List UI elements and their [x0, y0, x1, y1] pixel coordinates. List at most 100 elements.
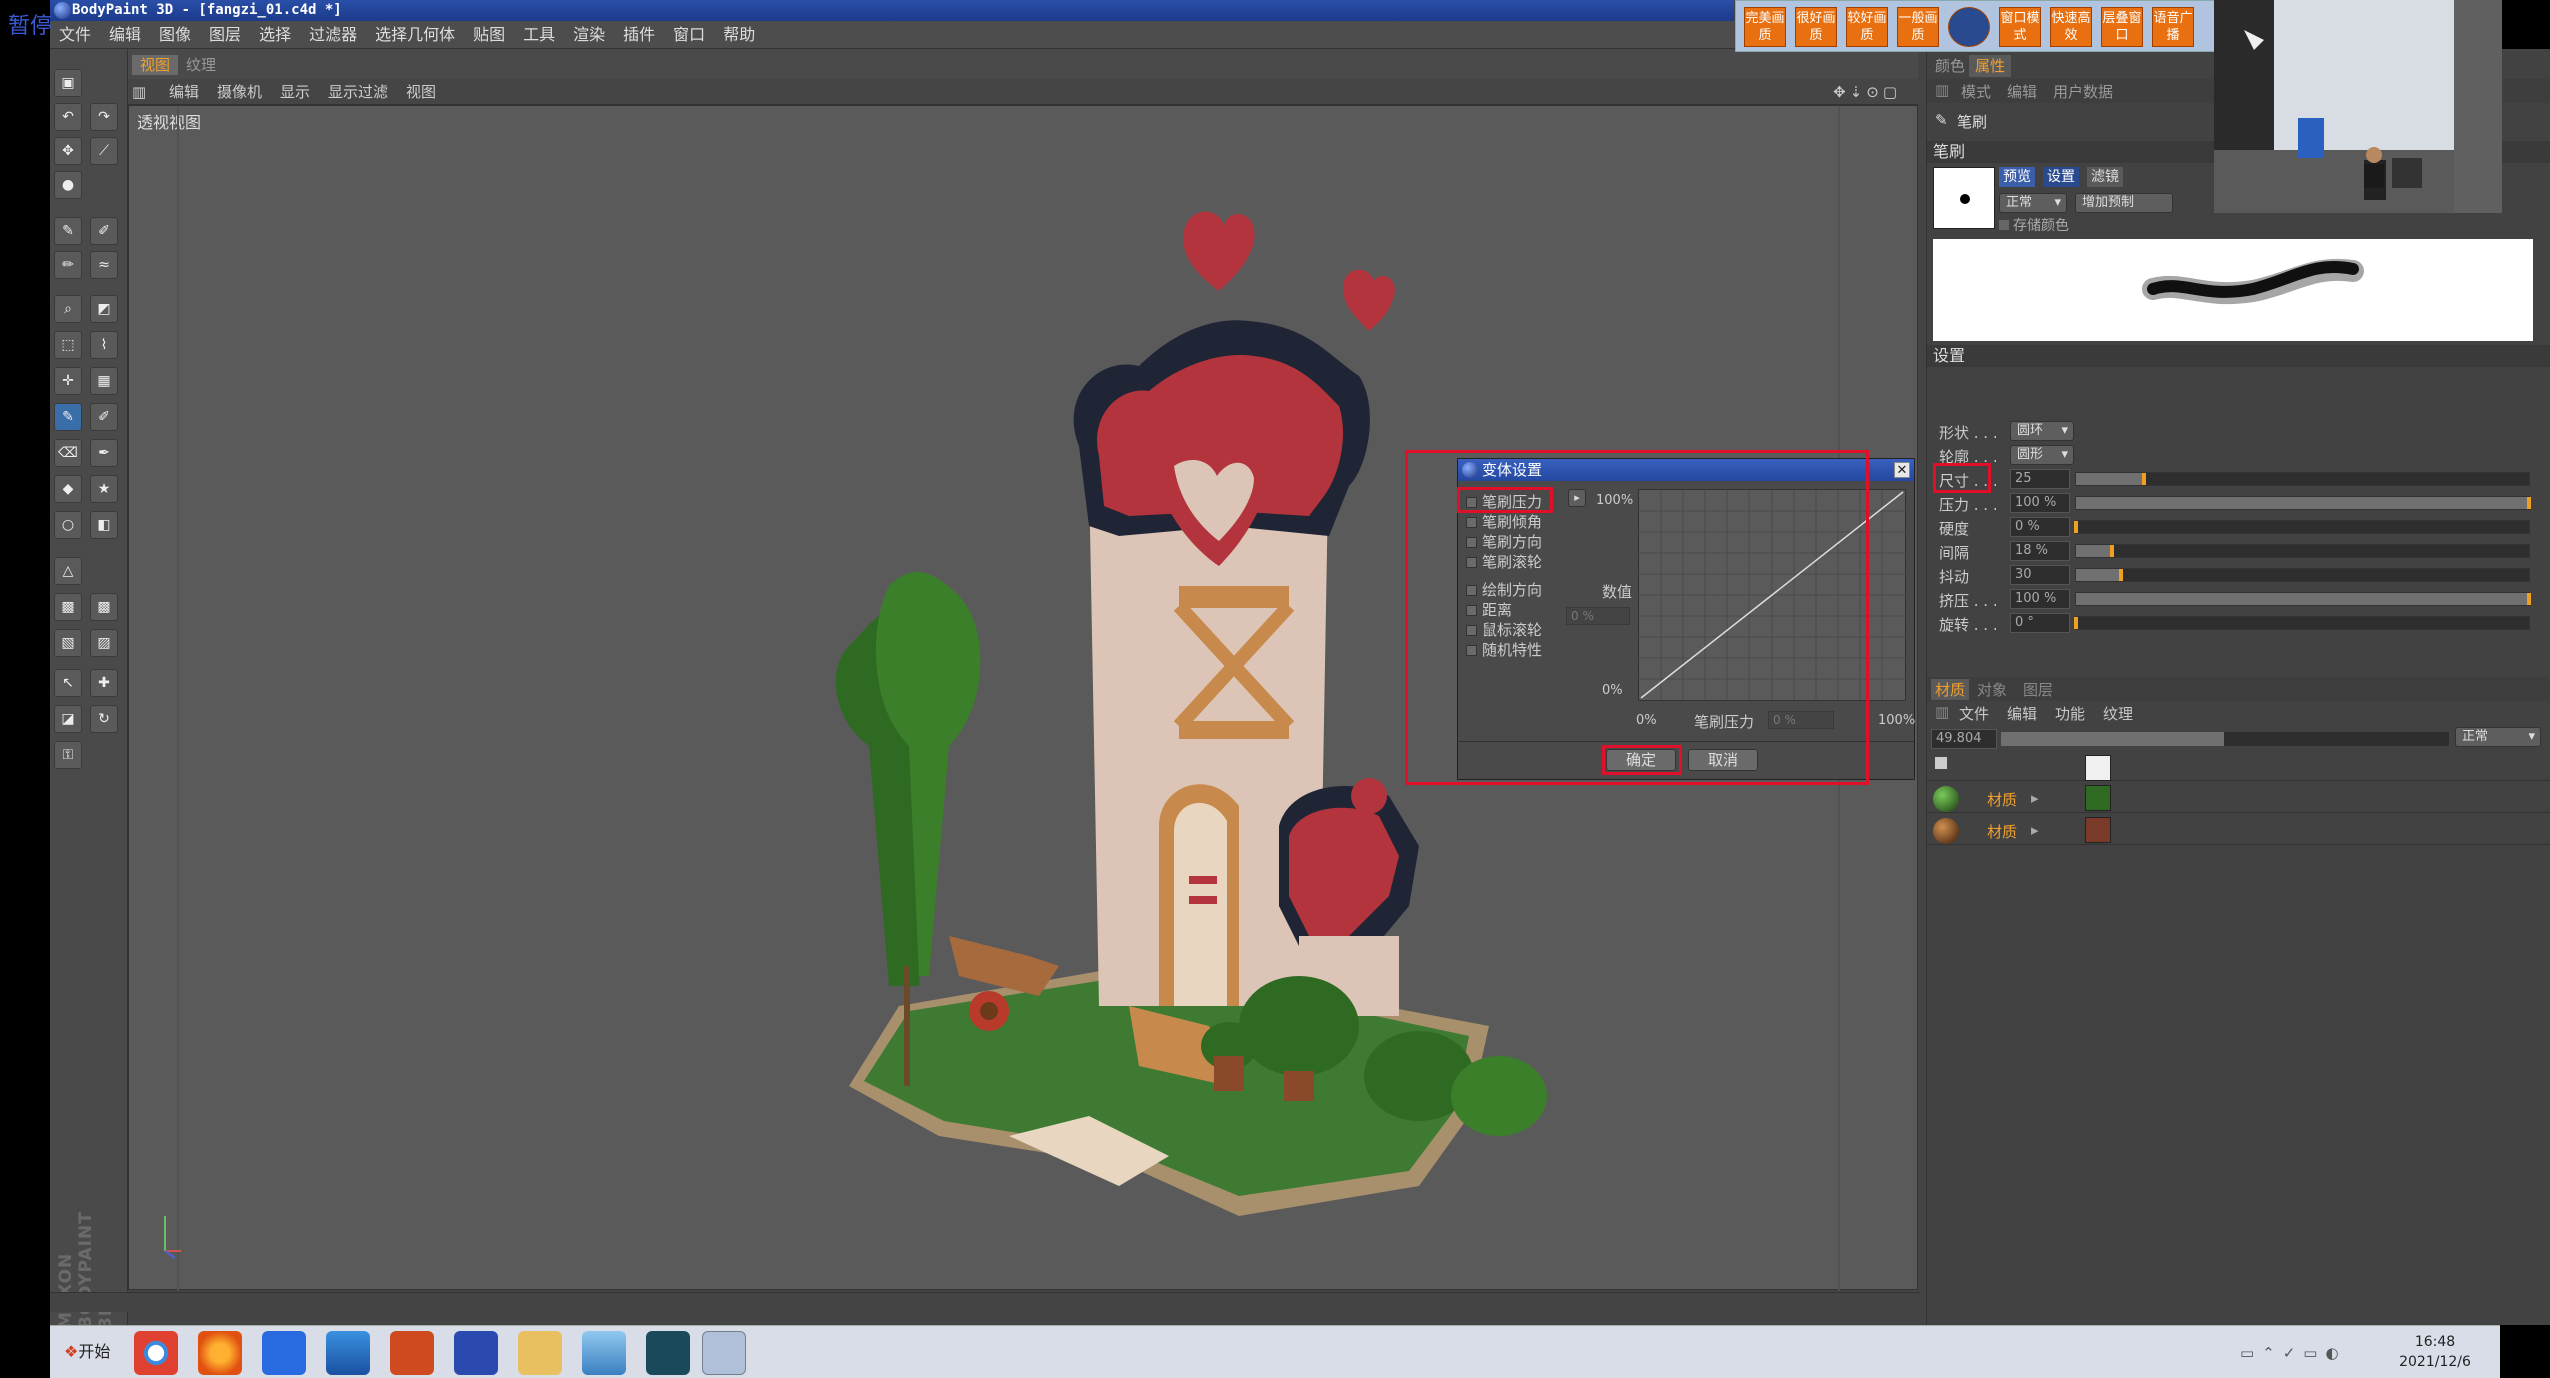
view-menu-display[interactable]: 显示 [271, 79, 319, 105]
folder-icon[interactable] [518, 1331, 562, 1375]
property-dropdown[interactable]: 圆形 ▾ [2010, 445, 2074, 465]
rotate-icon[interactable]: ↻ [90, 705, 118, 733]
view-menu-camera[interactable]: 摄像机 [208, 79, 271, 105]
property-value-field[interactable]: 25 [2010, 469, 2070, 489]
paint-icon[interactable]: ✎ [54, 217, 82, 245]
material-row[interactable]: 材质 ▸ [1927, 783, 2550, 813]
clone-icon[interactable]: ✐ [90, 403, 118, 431]
property-value-field[interactable]: 30 [2010, 565, 2070, 585]
brush-tool-icon[interactable]: ✎ [54, 403, 82, 431]
slider-handle[interactable] [2110, 545, 2115, 557]
expand-icon[interactable]: ▸ [2031, 789, 2039, 807]
eraser-icon[interactable]: ⌫ [54, 439, 82, 467]
quality-button[interactable]: 完美画质 [1744, 7, 1786, 47]
property-slider[interactable] [2075, 544, 2530, 558]
pick-icon[interactable]: ⟋ [90, 137, 118, 165]
menu-mapping[interactable]: 贴图 [464, 21, 514, 49]
system-tray-icons[interactable]: ▭⌃✓▭◐ [2240, 1344, 2400, 1364]
tool-icon[interactable]: ▣ [54, 69, 82, 97]
brush-icon[interactable]: ✐ [90, 217, 118, 245]
brush-tab-settings[interactable]: 设置 [2043, 167, 2079, 187]
property-value-field[interactable]: 18 % [2010, 541, 2070, 561]
slider-handle[interactable] [2074, 617, 2078, 629]
tab-attributes[interactable]: 属性 [1969, 55, 2012, 77]
add-preset-button[interactable]: 增加预制 [2075, 193, 2173, 213]
property-slider[interactable] [2075, 592, 2531, 606]
quality-button[interactable]: 很好画质 [1795, 7, 1837, 47]
view-menu-filter[interactable]: 显示过滤 [319, 79, 397, 105]
checker2-icon[interactable]: ▩ [90, 593, 118, 621]
menu-select-geometry[interactable]: 选择几何体 [366, 21, 464, 49]
viewport-nav-icons[interactable]: ✥⇣⊙▢ [1824, 79, 1910, 105]
opacity-field[interactable]: 49.804 [1931, 729, 1997, 749]
menu-plugins[interactable]: 插件 [614, 21, 664, 49]
feishu-icon[interactable] [262, 1331, 306, 1375]
camera-icon[interactable]: ◩ [90, 295, 118, 323]
subtab-edit[interactable]: 编辑 [2007, 81, 2037, 102]
zoom-icon[interactable]: ⌕ [54, 295, 82, 323]
arrow-icon[interactable]: ↖ [54, 669, 82, 697]
render-icon[interactable]: ● [54, 171, 82, 199]
star-icon[interactable]: ★ [90, 475, 118, 503]
material-row[interactable]: 材质 ▸ [1927, 815, 2550, 845]
tab-objects[interactable]: 对象 [1977, 679, 2007, 700]
fill-icon[interactable]: ◆ [54, 475, 82, 503]
pattern-icon[interactable]: ▧ [54, 629, 82, 657]
property-slider[interactable] [2075, 496, 2531, 510]
slider-handle[interactable] [2074, 521, 2078, 533]
start-button[interactable]: ❖开始 [56, 1336, 114, 1368]
pattern2-icon[interactable]: ▨ [90, 629, 118, 657]
property-value-field[interactable]: 100 % [2010, 589, 2070, 609]
chrome-icon[interactable] [134, 1331, 178, 1375]
tab-color[interactable]: 颜色 [1929, 55, 1971, 77]
transform-icon[interactable]: ✛ [54, 367, 82, 395]
quality-button[interactable]: 层叠窗口 [2101, 7, 2143, 47]
close-icon[interactable]: ✕ [1894, 462, 1910, 478]
property-slider[interactable] [2075, 472, 2530, 486]
smudge-icon[interactable]: ≈ [90, 251, 118, 279]
property-slider[interactable] [2074, 616, 2530, 630]
property-slider[interactable] [2075, 568, 2530, 582]
property-value-field[interactable]: 0 ° [2010, 613, 2070, 633]
notebook-icon[interactable] [582, 1331, 626, 1375]
slider-handle[interactable] [2141, 473, 2146, 485]
bodypaint-taskbar-icon[interactable] [702, 1331, 746, 1375]
expand-icon[interactable]: ▸ [2031, 821, 2039, 839]
view-menu-view[interactable]: 视图 [397, 79, 445, 105]
quality-button[interactable]: 窗口模式 [1999, 7, 2041, 47]
slider-handle[interactable] [2527, 497, 2531, 509]
view-menu-edit[interactable]: 编辑 [160, 79, 208, 105]
opacity-slider[interactable] [2001, 732, 2449, 746]
eyedropper-icon[interactable]: ✒ [90, 439, 118, 467]
menu-image[interactable]: 图像 [150, 21, 200, 49]
material-menu-texture[interactable]: 纹理 [2103, 703, 2133, 724]
brush-preview-thumb[interactable] [1933, 167, 1995, 229]
slider-handle[interactable] [2119, 569, 2124, 581]
quality-button[interactable]: 语音广播 [2152, 7, 2194, 47]
menu-layer[interactable]: 图层 [200, 21, 250, 49]
menu-help[interactable]: 帮助 [714, 21, 764, 49]
quality-logo-icon[interactable] [1948, 7, 1990, 47]
lasso-icon[interactable]: ⌇ [90, 331, 118, 359]
grid-icon[interactable]: ▦ [90, 367, 118, 395]
material-menu-edit[interactable]: 编辑 [2007, 703, 2037, 724]
tab-view[interactable]: 视图 [132, 55, 179, 75]
cinema4d-icon[interactable] [646, 1331, 690, 1375]
lock-icon[interactable]: ⚿ [54, 741, 82, 769]
property-slider[interactable] [2074, 520, 2530, 534]
brush-tab-preview[interactable]: 预览 [1999, 167, 2035, 187]
checker-icon[interactable]: ▩ [54, 593, 82, 621]
layer-mode-dropdown[interactable]: 正常 ▾ [2455, 727, 2541, 747]
p-app-icon[interactable] [454, 1331, 498, 1375]
powerpoint-icon[interactable] [390, 1331, 434, 1375]
s-app-icon[interactable] [326, 1331, 370, 1375]
pencil-icon[interactable]: ✏ [54, 251, 82, 279]
property-dropdown[interactable]: 圆环 ▾ [2010, 421, 2074, 441]
menu-filter[interactable]: 过滤器 [300, 21, 366, 49]
quality-button[interactable]: 一般画质 [1897, 7, 1939, 47]
material-menu-file[interactable]: 文件 [1959, 703, 1989, 724]
menu-tools[interactable]: 工具 [514, 21, 564, 49]
brush-tab-filter[interactable]: 滤镜 [2087, 167, 2123, 187]
triangle-icon[interactable]: △ [54, 557, 82, 585]
slider-handle[interactable] [2527, 593, 2531, 605]
